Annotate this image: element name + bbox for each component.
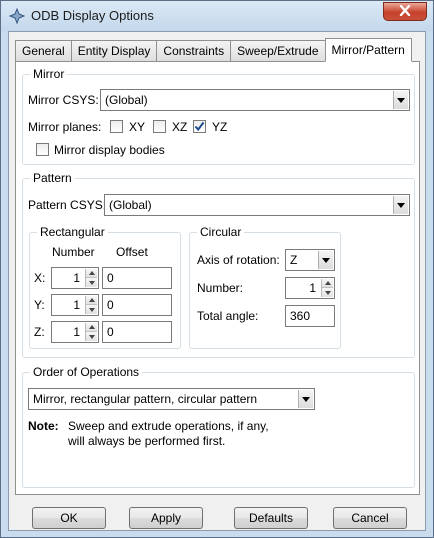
mirror-plane-yz-label: YZ	[212, 120, 228, 134]
chevron-down-icon[interactable]	[298, 390, 313, 408]
z-offset-value: 0	[107, 325, 114, 339]
y-offset-value: 0	[107, 298, 114, 312]
x-number-spinner[interactable]: 1	[51, 267, 99, 289]
y-offset-field[interactable]: 0	[102, 294, 172, 316]
mirror-pattern-panel: Mirror Mirror CSYS: (Global) Mirror plan…	[15, 61, 420, 495]
note-text-line-2: will always be performed first.	[68, 434, 226, 448]
mirror-planes-label: Mirror planes:	[28, 120, 102, 134]
note-text-line-1: Sweep and extrude operations, if any,	[68, 419, 269, 433]
mirror-plane-xy-checkbox[interactable]	[110, 120, 123, 133]
pattern-csys-label: Pattern CSYS:	[28, 198, 107, 212]
z-number-value: 1	[73, 325, 80, 339]
number-column-header: Number	[52, 245, 95, 259]
x-number-spin-buttons[interactable]	[85, 269, 97, 287]
pattern-csys-value: (Global)	[109, 198, 152, 212]
axis-of-rotation-value: Z	[290, 253, 298, 267]
y-number-spinner[interactable]: 1	[51, 294, 99, 316]
ok-button[interactable]: OK	[32, 507, 106, 529]
note-label: Note:	[28, 419, 59, 433]
tab-bar: General Entity Display Constraints Sweep…	[15, 38, 412, 62]
pattern-group-title: Pattern	[30, 171, 75, 185]
spin-up-icon[interactable]	[86, 269, 97, 278]
chevron-down-icon[interactable]	[393, 91, 408, 109]
dialog-window: ODB Display Options General Entity Displ…	[0, 0, 434, 538]
rectangular-group-title: Rectangular	[37, 225, 108, 239]
total-angle-label: Total angle:	[197, 309, 259, 323]
order-of-operations-group: Order of Operations Mirror, rectangular …	[22, 365, 415, 488]
close-button[interactable]	[383, 2, 427, 21]
mirror-csys-combo[interactable]: (Global)	[100, 89, 410, 111]
order-of-operations-combo[interactable]: Mirror, rectangular pattern, circular pa…	[28, 388, 315, 410]
tab-general[interactable]: General	[15, 40, 72, 61]
rectangular-group: Rectangular Number Offset X: 1 0 Y: 1 0 …	[29, 225, 181, 349]
cancel-button[interactable]: Cancel	[333, 507, 407, 529]
spin-down-icon[interactable]	[86, 305, 97, 314]
mirror-plane-xz-checkbox[interactable]	[153, 120, 166, 133]
spin-down-icon[interactable]	[86, 332, 97, 341]
axis-of-rotation-combo[interactable]: Z	[285, 249, 335, 271]
checkmark-icon	[194, 121, 205, 132]
x-offset-value: 0	[107, 271, 114, 285]
apply-button[interactable]: Apply	[129, 507, 203, 529]
mirror-csys-label: Mirror CSYS:	[28, 93, 99, 107]
spin-down-icon[interactable]	[322, 288, 333, 297]
x-axis-label: X:	[34, 271, 46, 285]
mirror-plane-xy-label: XY	[129, 120, 146, 134]
z-offset-field[interactable]: 0	[102, 321, 172, 343]
title-bar[interactable]: ODB Display Options	[1, 1, 433, 31]
y-axis-label: Y:	[34, 298, 45, 312]
spin-up-icon[interactable]	[86, 323, 97, 332]
mirror-display-bodies-label: Mirror display bodies	[54, 143, 165, 157]
tab-entity-display[interactable]: Entity Display	[70, 40, 158, 61]
total-angle-value: 360	[290, 309, 311, 323]
pattern-csys-combo[interactable]: (Global)	[104, 194, 410, 216]
tab-mirror-pattern[interactable]: Mirror/Pattern	[324, 38, 412, 62]
y-number-value: 1	[73, 298, 80, 312]
mirror-group: Mirror Mirror CSYS: (Global) Mirror plan…	[22, 67, 415, 165]
circular-number-label: Number:	[197, 281, 244, 295]
circular-number-spin-buttons[interactable]	[321, 279, 333, 297]
z-number-spinner[interactable]: 1	[51, 321, 99, 343]
offset-column-header: Offset	[116, 245, 148, 259]
order-of-operations-title: Order of Operations	[30, 365, 143, 379]
circular-group: Circular Axis of rotation: Z Number: 1 T…	[189, 225, 341, 349]
circular-number-value: 1	[309, 281, 316, 295]
pattern-group: Pattern Pattern CSYS: (Global) Rectangul…	[22, 171, 415, 358]
spin-down-icon[interactable]	[86, 278, 97, 287]
x-offset-field[interactable]: 0	[102, 267, 172, 289]
order-of-operations-value: Mirror, rectangular pattern, circular pa…	[33, 392, 258, 406]
mirror-display-bodies-checkbox[interactable]	[36, 143, 49, 156]
total-angle-field[interactable]: 360	[285, 305, 335, 327]
mirror-plane-xz-label: XZ	[172, 120, 188, 134]
tab-sweep-extrude[interactable]: Sweep/Extrude	[230, 40, 326, 61]
mirror-plane-yz-checkbox[interactable]	[193, 120, 206, 133]
axis-of-rotation-label: Axis of rotation:	[197, 253, 280, 267]
z-axis-label: Z:	[34, 325, 45, 339]
dialog-client-area: General Entity Display Constraints Sweep…	[8, 31, 426, 531]
spin-up-icon[interactable]	[322, 279, 333, 288]
mirror-group-title: Mirror	[30, 67, 68, 81]
z-number-spin-buttons[interactable]	[85, 323, 97, 341]
window-title: ODB Display Options	[31, 8, 154, 23]
x-number-value: 1	[73, 271, 80, 285]
circular-number-spinner[interactable]: 1	[285, 277, 335, 299]
circular-group-title: Circular	[197, 225, 245, 239]
tab-constraints[interactable]: Constraints	[156, 40, 232, 61]
y-number-spin-buttons[interactable]	[85, 296, 97, 314]
chevron-down-icon[interactable]	[318, 251, 333, 269]
defaults-button[interactable]: Defaults	[234, 507, 308, 529]
spin-up-icon[interactable]	[86, 296, 97, 305]
close-icon	[399, 4, 411, 19]
mirror-csys-value: (Global)	[105, 93, 148, 107]
abaqus-app-icon	[8, 7, 26, 25]
chevron-down-icon[interactable]	[393, 196, 408, 214]
